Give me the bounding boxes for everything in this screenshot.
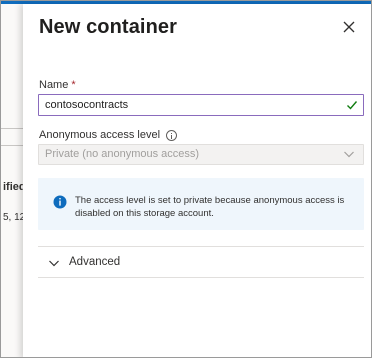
panel-title: New container	[39, 16, 177, 38]
advanced-section-toggle[interactable]: Advanced	[38, 247, 364, 277]
info-icon[interactable]	[166, 129, 178, 141]
name-label: Name *	[39, 79, 76, 91]
name-label-text: Name	[39, 79, 69, 91]
name-input[interactable]	[38, 94, 364, 116]
close-icon[interactable]	[340, 18, 358, 36]
chevron-down-icon	[49, 260, 59, 267]
new-container-panel: New container Name* Anonymous access lev…	[23, 4, 371, 357]
access-level-label-text: Anonymous access level	[39, 129, 161, 141]
required-mark: *	[71, 79, 76, 91]
access-level-select[interactable]: Private (no anonymous access)	[38, 144, 364, 165]
window-frame: ified 5, 12 New container Name* Anonymou…	[0, 0, 372, 358]
checkmark-icon	[347, 101, 358, 110]
background-column-header: ified	[3, 181, 23, 193]
access-level-label: Anonymous access level	[39, 129, 178, 141]
chevron-down-icon	[344, 151, 354, 158]
section-divider	[38, 277, 364, 278]
info-filled-icon	[53, 195, 67, 209]
background-page: ified 5, 12	[1, 4, 23, 357]
background-cell: 5, 12	[3, 212, 23, 223]
info-message-bar: The access level is set to private becau…	[38, 178, 364, 230]
background-divider	[1, 145, 23, 146]
advanced-label: Advanced	[69, 256, 121, 268]
info-message-text: The access level is set to private becau…	[75, 195, 345, 219]
access-level-value: Private (no anonymous access)	[45, 148, 200, 160]
background-divider	[1, 128, 23, 129]
